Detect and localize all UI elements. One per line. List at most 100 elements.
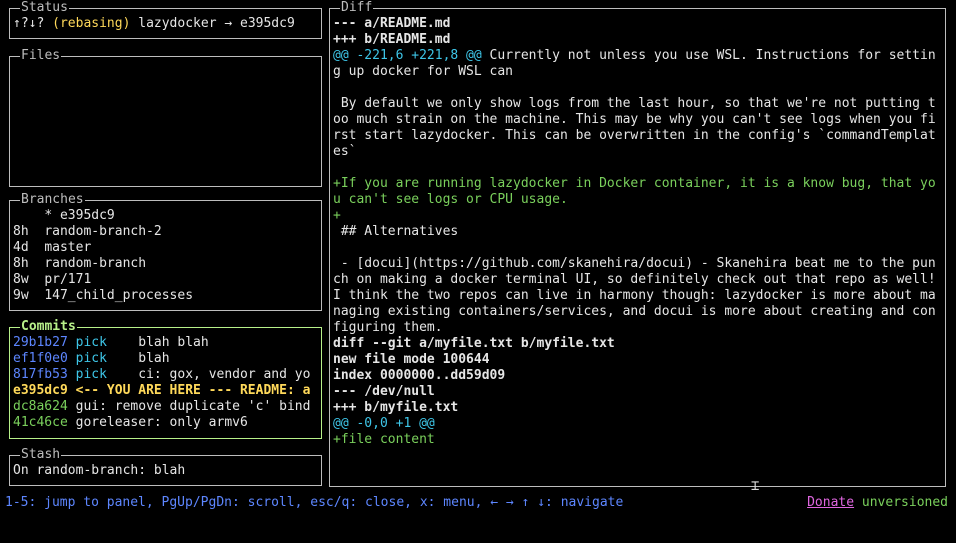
diff-context-text: - [docui](https://github.com/skanehira/d… <box>333 256 943 335</box>
stash-row[interactable]: On random-branch: blah <box>13 463 319 479</box>
branch-age: 8h <box>13 256 29 271</box>
branches-panel-title: Branches <box>20 192 85 208</box>
stash-panel[interactable]: Stash On random-branch: blah <box>9 447 322 486</box>
status-arrows: ↑?↓? <box>13 16 45 31</box>
status-panel-title: Status <box>20 0 69 16</box>
commit-hash: dc8a624 <box>13 399 68 414</box>
diff-content[interactable]: --- a/README.md +++ b/README.md @@ -221,6 … <box>333 16 943 484</box>
files-list[interactable] <box>13 64 319 184</box>
branch-age: 9w <box>13 288 29 303</box>
branch-name: master <box>44 240 92 255</box>
diff-line: ## Alternatives <box>333 224 943 240</box>
branch-name: random-branch <box>44 256 147 271</box>
commit-row[interactable]: 29b1b27 pick blah blah <box>13 335 319 351</box>
commit-hash: 817fb53 <box>13 367 68 382</box>
diff-line <box>333 80 943 96</box>
commit-action: pick <box>75 367 107 382</box>
commit-row[interactable]: dc8a624 gui: remove duplicate 'c' bind <box>13 399 319 415</box>
hunk-header: @@ -0,0 +1 @@ <box>333 416 435 431</box>
branch-name: 147_child_processes <box>44 288 194 303</box>
branches-list[interactable]: * e395dc9 8h random-branch-2 4d master 8h r… <box>13 208 319 308</box>
branch-row[interactable]: 8h random-branch <box>13 256 319 272</box>
diff-line: --- a/README.md <box>333 16 943 32</box>
branch-name: random-branch-2 <box>44 224 162 239</box>
commit-message: gui: remove duplicate 'c' bind <box>75 399 311 414</box>
commit-message: blah blah <box>138 335 209 350</box>
files-panel-title: Files <box>20 48 62 64</box>
files-panel[interactable]: Files <box>9 48 322 187</box>
branch-age <box>13 208 29 223</box>
keybinding-hints: 1-5: jump to panel, PgUp/PgDn: scroll, e… <box>5 495 624 510</box>
diff-line: --- /dev/null <box>333 384 943 400</box>
hunk-header: @@ -221,6 +221,8 @@ <box>333 48 482 63</box>
diff-line <box>333 240 943 256</box>
footer-right: Donate unversioned <box>807 495 948 511</box>
stash-list[interactable]: On random-branch: blah <box>13 463 319 483</box>
branch-row[interactable]: 8h random-branch-2 <box>13 224 319 240</box>
commit-message: ci: gox, vendor and yo <box>138 367 311 382</box>
diff-context-text: By default we only show logs from the la… <box>333 96 936 159</box>
branch-age: 8w <box>13 272 29 287</box>
diff-header-text: +++ b/myfile.txt <box>333 400 459 415</box>
diff-panel[interactable]: Diff --- a/README.md +++ b/README.md @@ -2… <box>329 0 946 487</box>
commit-row[interactable]: 41c46ce goreleaser: only armv6 <box>13 415 319 431</box>
diff-line: +++ b/myfile.txt <box>333 400 943 416</box>
commits-panel[interactable]: Commits 29b1b27 pick blah blah ef1f0e0 pi… <box>9 319 322 439</box>
branch-age: 4d <box>13 240 29 255</box>
diff-header-text: --- /dev/null <box>333 384 435 399</box>
commit-action: pick <box>75 351 107 366</box>
footer-bar: 1-5: jump to panel, PgUp/PgDn: scroll, e… <box>5 495 948 511</box>
status-panel[interactable]: Status ↑?↓? (rebasing) lazydocker → e395… <box>9 0 322 39</box>
commit-message: blah <box>138 351 170 366</box>
diff-line: diff --git a/myfile.txt b/myfile.txt <box>333 336 943 352</box>
commit-hash: 41c46ce <box>13 415 68 430</box>
diff-context-text: ## Alternatives <box>333 224 459 239</box>
commit-hash: e395dc9 <box>13 383 68 398</box>
diff-line: @@ -221,6 +221,8 @@ Currently not unless… <box>333 48 943 80</box>
branch-age: 8h <box>13 224 29 239</box>
diff-line: - [docui](https://github.com/skanehira/d… <box>333 256 943 336</box>
diff-header-text: +++ b/README.md <box>333 32 451 47</box>
branch-row[interactable]: * e395dc9 <box>13 208 319 224</box>
diff-line: + <box>333 208 943 224</box>
commit-hash: 29b1b27 <box>13 335 68 350</box>
diff-line: new file mode 100644 <box>333 352 943 368</box>
stash-panel-title: Stash <box>20 447 62 463</box>
rebasing-badge: (rebasing) <box>52 16 131 31</box>
diff-added-text: +file content <box>333 432 435 447</box>
commits-list[interactable]: 29b1b27 pick blah blah ef1f0e0 pick blah 8… <box>13 335 319 436</box>
repo-name: lazydocker → e395dc9 <box>138 16 295 31</box>
commits-panel-title: Commits <box>20 319 77 335</box>
diff-added-text: +If you are running lazydocker in Docker… <box>333 176 936 207</box>
diff-line <box>333 160 943 176</box>
branch-row[interactable]: 4d master <box>13 240 319 256</box>
commit-action: pick <box>75 335 107 350</box>
commit-row[interactable]: ef1f0e0 pick blah <box>13 351 319 367</box>
branch-row[interactable]: 9w 147_child_processes <box>13 288 319 304</box>
branch-row[interactable]: 8w pr/171 <box>13 272 319 288</box>
diff-panel-title: Diff <box>340 0 374 16</box>
commit-row[interactable]: e395dc9 <-- YOU ARE HERE --- README: a <box>13 383 319 399</box>
commit-row[interactable]: 817fb53 pick ci: gox, vendor and yo <box>13 367 319 383</box>
diff-added-text: + <box>333 208 341 223</box>
diff-line: index 0000000..dd59d09 <box>333 368 943 384</box>
version-label: unversioned <box>861 495 948 510</box>
branch-name: * e395dc9 <box>44 208 115 223</box>
status-line: ↑?↓? (rebasing) lazydocker → e395dc9 <box>13 16 319 32</box>
diff-header-text: --- a/README.md <box>333 16 451 31</box>
text-cursor-icon: ⌶ <box>751 478 760 494</box>
commit-hash: ef1f0e0 <box>13 351 68 366</box>
donate-link[interactable]: Donate <box>807 495 854 510</box>
diff-line: +file content <box>333 432 943 448</box>
branch-name: pr/171 <box>44 272 92 287</box>
diff-header-text: index 0000000..dd59d09 <box>333 368 506 383</box>
diff-line: +++ b/README.md <box>333 32 943 48</box>
commit-message: <-- YOU ARE HERE --- README: a <box>75 383 311 398</box>
commit-message: goreleaser: only armv6 <box>75 415 248 430</box>
diff-header-text: diff --git a/myfile.txt b/myfile.txt <box>333 336 615 351</box>
diff-line: +If you are running lazydocker in Docker… <box>333 176 943 208</box>
diff-line: @@ -0,0 +1 @@ <box>333 416 943 432</box>
diff-line: By default we only show logs from the la… <box>333 96 943 160</box>
branches-panel[interactable]: Branches * e395dc9 8h random-branch-2 4d m… <box>9 192 322 311</box>
diff-header-text: new file mode 100644 <box>333 352 490 367</box>
